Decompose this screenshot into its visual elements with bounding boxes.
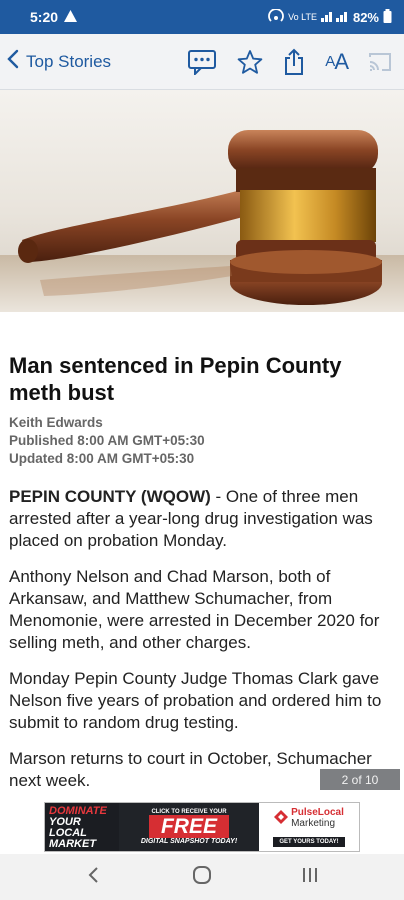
article-updated: Updated 8:00 AM GMT+05:30 (9, 451, 195, 466)
ad-brand-1: PulseLocal (291, 807, 344, 818)
article-meta: Keith Edwards Published 8:00 AM GMT+05:3… (9, 414, 395, 468)
alert-icon (64, 9, 78, 25)
recents-icon (301, 866, 319, 889)
ad-snapshot-text: DIGITAL SNAPSHOT TODAY! (140, 838, 238, 845)
chevron-left-icon (88, 866, 100, 889)
back-label: Top Stories (26, 51, 112, 71)
ad-line: MARKET (49, 838, 97, 850)
status-bar: 5:20 Vo LTE 82% (0, 0, 404, 34)
system-back-button[interactable] (74, 857, 114, 897)
ad-cta: GET YOURS TODAY! (273, 837, 345, 847)
text-size-icon[interactable]: AA (325, 48, 349, 75)
ad-panel-middle: CLICK TO RECEIVE YOUR FREE DIGITAL SNAPS… (119, 803, 259, 851)
article-paragraph: Monday Pepin County Judge Thomas Clark g… (9, 669, 382, 732)
battery-icon (383, 8, 392, 26)
share-icon[interactable] (283, 48, 305, 76)
ad-panel-left: DOMINATE YOUR LOCAL MARKET (45, 803, 119, 851)
article-toolbar: Top Stories AA (0, 34, 404, 90)
network-label: Vo LTE (288, 12, 317, 22)
cast-icon[interactable] (368, 52, 392, 72)
ad-banner-container: DOMINATE YOUR LOCAL MARKET CLICK TO RECE… (0, 800, 404, 854)
article-headline: Man sentenced in Pepin County meth bust (9, 353, 342, 405)
page-indicator: 2 of 10 (320, 769, 400, 790)
chevron-left-icon (6, 49, 20, 74)
ad-panel-right: PulseLocal Marketing GET YOURS TODAY! (259, 803, 359, 851)
home-icon (192, 865, 212, 890)
article-author[interactable]: Keith Edwards (9, 414, 395, 432)
ad-free-text: FREE (148, 815, 229, 838)
system-recents-button[interactable] (290, 857, 330, 897)
signal-icon (320, 10, 349, 25)
ad-banner[interactable]: DOMINATE YOUR LOCAL MARKET CLICK TO RECE… (44, 802, 360, 852)
text-size-large: A (334, 48, 349, 74)
system-home-button[interactable] (182, 857, 222, 897)
ad-logo: PulseLocal Marketing (274, 807, 344, 829)
article-content: Man sentenced in Pepin County meth bust … (0, 312, 404, 800)
text-size-small: A (325, 53, 335, 70)
comments-icon[interactable] (187, 49, 217, 75)
hotspot-icon (268, 7, 284, 26)
article-dateline: PEPIN COUNTY (WQOW) (9, 487, 211, 506)
gavel-image (0, 90, 404, 312)
system-navigation-bar (0, 854, 404, 900)
ad-brand-2: Marketing (291, 818, 335, 829)
article-paragraph: PEPIN COUNTY (WQOW) - One of three men a… (9, 486, 395, 552)
pulse-diamond-icon (274, 809, 289, 827)
status-time: 5:20 (30, 9, 59, 25)
article-body: PEPIN COUNTY (WQOW) - One of three men a… (9, 486, 395, 792)
article-published: Published 8:00 AM GMT+05:30 (9, 433, 205, 448)
star-icon[interactable] (237, 49, 263, 75)
battery-percent: 82% (352, 9, 379, 25)
article-paragraph: Anthony Nelson and Chad Marson, both of … (9, 567, 380, 652)
back-button[interactable]: Top Stories (6, 49, 111, 74)
